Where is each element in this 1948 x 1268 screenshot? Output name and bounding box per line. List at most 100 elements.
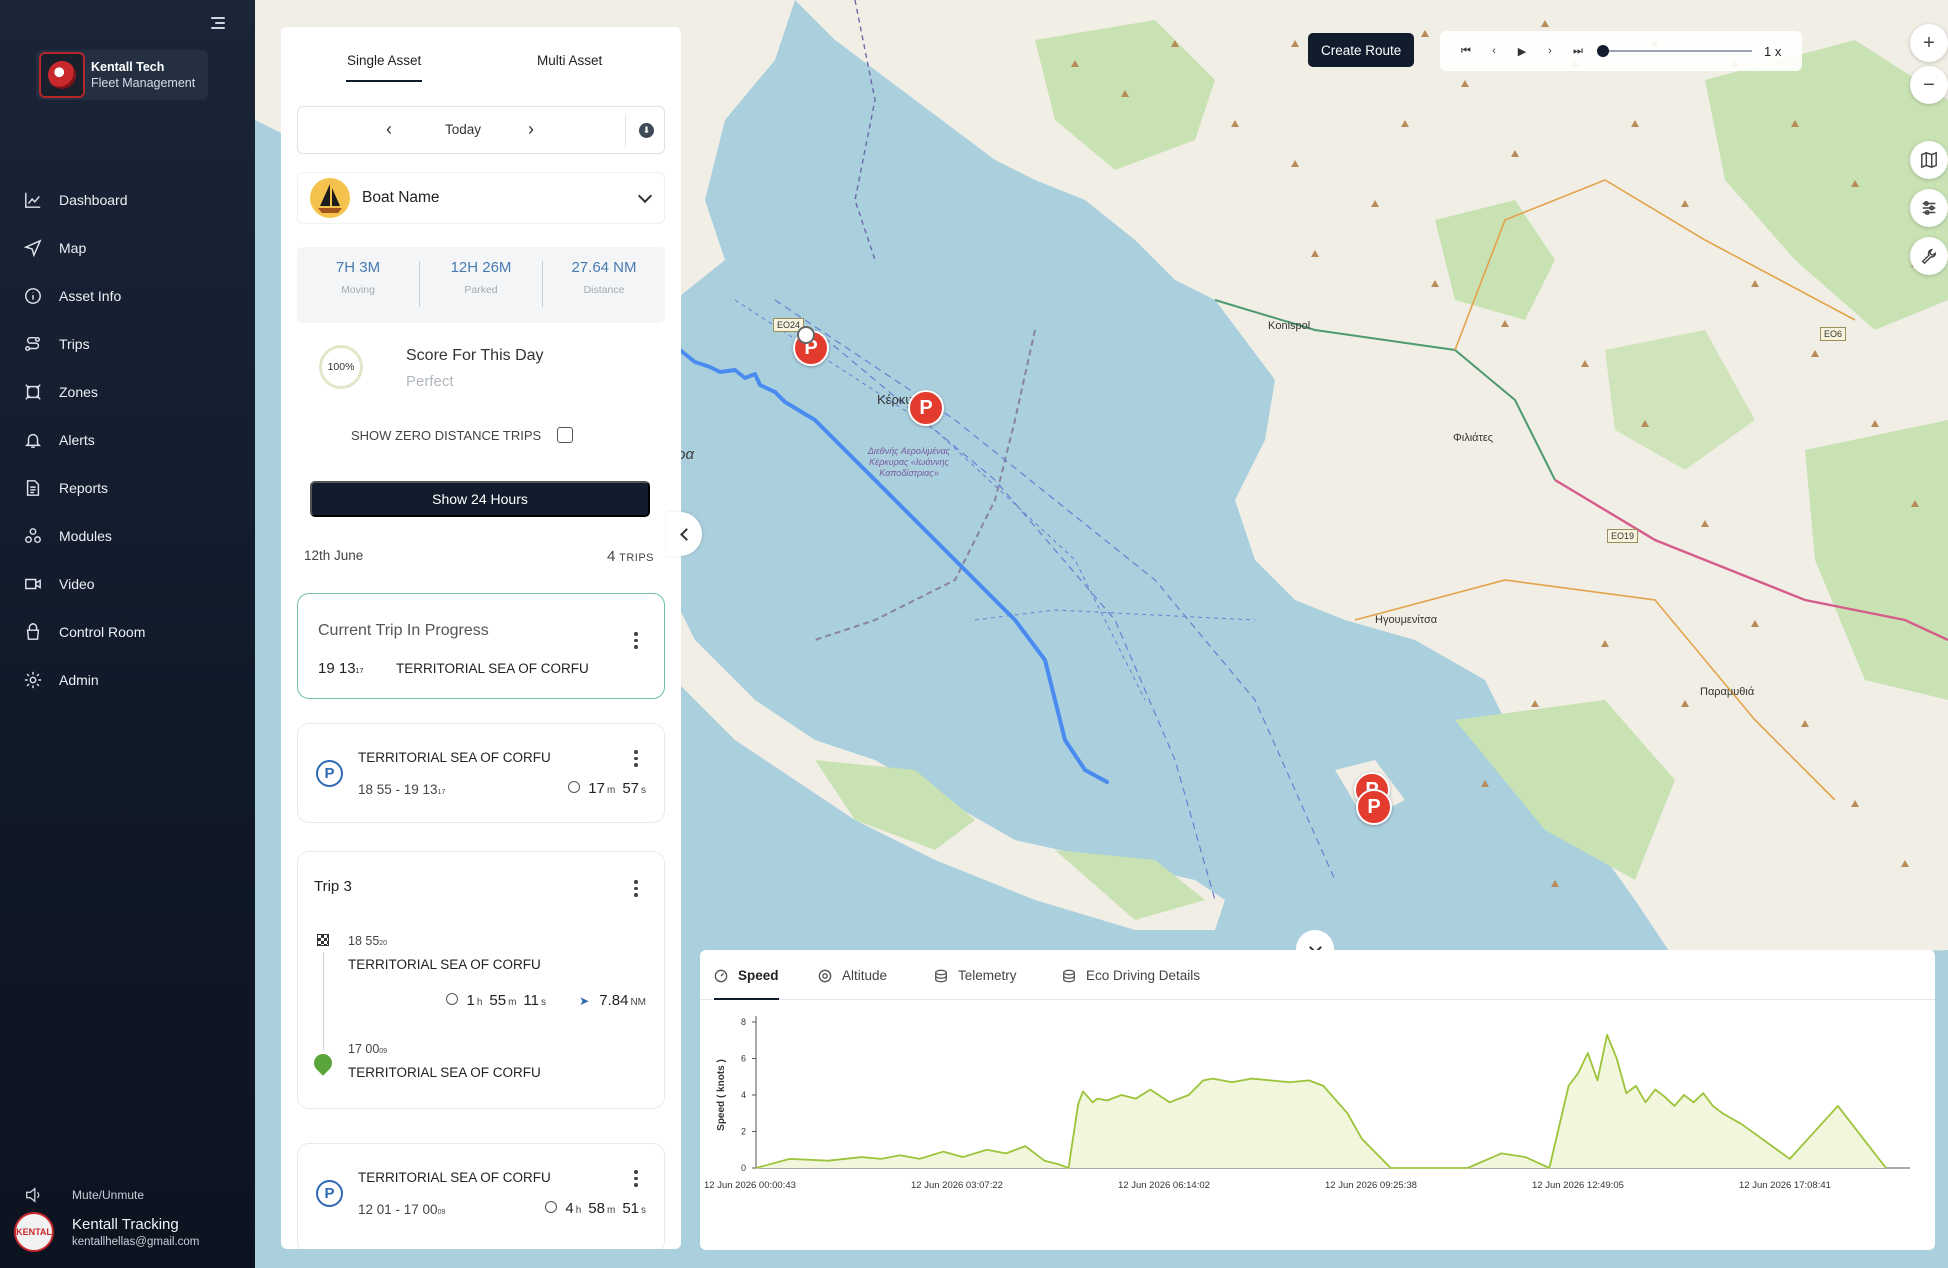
brand-logo[interactable]: Kentall Tech Fleet Management bbox=[36, 50, 208, 100]
y-tick-label: 6 bbox=[741, 1054, 746, 1064]
date-label[interactable]: Today bbox=[298, 122, 628, 137]
sidebar-item-label: Zones bbox=[59, 384, 98, 400]
step-back-icon[interactable]: ‹ bbox=[1480, 39, 1508, 63]
playback-slider[interactable] bbox=[1597, 45, 1752, 57]
trip-start-time: 17 0009 bbox=[348, 1042, 388, 1056]
sidebar-item-reports[interactable]: Reports bbox=[0, 464, 255, 512]
skip-start-icon[interactable]: ⏮ bbox=[1452, 39, 1480, 63]
sidebar-item-asset-info[interactable]: Asset Info bbox=[0, 272, 255, 320]
document-icon bbox=[26, 480, 40, 496]
trips-count: 4 bbox=[606, 548, 616, 565]
parking-card[interactable]: P TERRITORIAL SEA OF CORFU 12 01 - 17 00… bbox=[297, 1143, 665, 1249]
y-tick-label: 0 bbox=[741, 1163, 746, 1173]
trip-duration: 1h 55 m 11 s bbox=[446, 992, 546, 1009]
timer-icon bbox=[545, 1201, 558, 1213]
sidebar-item-admin[interactable]: Admin bbox=[0, 656, 255, 704]
collapse-sidebar-icon[interactable] bbox=[206, 14, 228, 34]
asset-name: Boat Name bbox=[362, 189, 440, 206]
modules-icon bbox=[25, 528, 41, 544]
play-icon[interactable]: ▶ bbox=[1508, 39, 1536, 63]
chevron-down-icon[interactable] bbox=[637, 188, 653, 204]
navigation-icon bbox=[24, 239, 42, 257]
parking-location: TERRITORIAL SEA OF CORFU bbox=[358, 1170, 551, 1185]
parking-pin-4[interactable]: P bbox=[1356, 789, 1392, 825]
speed-chart[interactable]: 0 2 4 6 8 Speed ( knots ) 12 Jun 2026 00:00:43… bbox=[700, 1000, 1935, 1250]
sidebar-nav: Dashboard Map Asset Info Trips Zones Ale… bbox=[0, 176, 255, 704]
step-forward-icon[interactable]: › bbox=[1536, 39, 1564, 63]
sidebar-item-label: Modules bbox=[59, 528, 112, 544]
mute-toggle[interactable]: Mute/Unmute bbox=[24, 1186, 144, 1204]
parking-range: 18 55 - 19 1317 bbox=[358, 782, 446, 797]
tab-telemetry[interactable]: Telemetry bbox=[934, 968, 1017, 983]
date-selector: ‹ Today › ⬇ bbox=[297, 106, 665, 154]
tab-single-asset[interactable]: Single Asset bbox=[345, 53, 423, 82]
road-badge-eo19: ΕΟ19 bbox=[1607, 529, 1639, 543]
brand-name: Kentall Tech bbox=[91, 60, 165, 74]
zoom-out-button[interactable]: − bbox=[1910, 66, 1948, 104]
trip-card[interactable]: Trip 3 18 5520 TERRITORIAL SEA OF CORFU … bbox=[297, 851, 665, 1109]
map-layers-button[interactable] bbox=[1910, 141, 1948, 179]
zero-distance-checkbox[interactable] bbox=[557, 427, 574, 443]
playback-slider-knob[interactable] bbox=[1597, 45, 1609, 57]
map-label-paramythia: Παραμυθιά bbox=[1700, 686, 1755, 698]
stat-label: Moving bbox=[341, 284, 375, 296]
tab-altitude[interactable]: Altitude bbox=[818, 968, 887, 983]
skip-end-icon[interactable]: ⏭ bbox=[1564, 39, 1592, 63]
sidebar-item-modules[interactable]: Modules bbox=[0, 512, 255, 560]
trips-word: TRIPS bbox=[619, 552, 654, 564]
sidebar-item-map[interactable]: Map bbox=[0, 224, 255, 272]
sidebar-item-dashboard[interactable]: Dashboard bbox=[0, 176, 255, 224]
parking-card[interactable]: P TERRITORIAL SEA OF CORFU 18 55 - 19 13… bbox=[297, 723, 665, 823]
show-24-hours-button[interactable]: Show 24 Hours bbox=[310, 481, 650, 517]
sidebar-item-control-room[interactable]: Control Room bbox=[0, 608, 255, 656]
timer-icon bbox=[568, 781, 581, 793]
speed-area bbox=[756, 1034, 1886, 1168]
more-options-icon[interactable] bbox=[634, 1170, 638, 1190]
map-filter-button[interactable] bbox=[1910, 189, 1948, 227]
tab-multi-asset[interactable]: Multi Asset bbox=[537, 53, 602, 68]
info-icon bbox=[25, 288, 41, 304]
sidebar-item-video[interactable]: Video bbox=[0, 560, 255, 608]
stat-label: Distance bbox=[583, 284, 625, 296]
score-sub: Perfect bbox=[406, 373, 454, 390]
more-options-icon[interactable] bbox=[634, 632, 638, 652]
current-trip-location: TERRITORIAL SEA OF CORFU bbox=[396, 661, 589, 676]
download-icon[interactable]: ⬇ bbox=[639, 123, 654, 138]
chevron-left-icon bbox=[679, 527, 693, 541]
x-tick-label: 12 Jun 2026 03:07:22 bbox=[911, 1180, 1003, 1191]
sidebar-item-alerts[interactable]: Alerts bbox=[0, 416, 255, 464]
sidebar-item-label: Control Room bbox=[59, 624, 146, 640]
start-marker[interactable] bbox=[797, 326, 815, 344]
sliders-icon bbox=[1922, 200, 1936, 216]
playback-speed[interactable]: 1 x bbox=[1764, 44, 1781, 59]
user-profile[interactable]: KENTAL Kentall Tracking kentallhellas@gm… bbox=[14, 1212, 199, 1252]
score-ring: 100% bbox=[319, 345, 363, 389]
sailboat-icon bbox=[310, 178, 350, 218]
tab-eco-driving[interactable]: Eco Driving Details bbox=[1062, 968, 1200, 983]
sidebar-item-trips[interactable]: Trips bbox=[0, 320, 255, 368]
playback-controls: ⏮ ‹ ▶ › ⏭ 1 x bbox=[1440, 31, 1802, 71]
route-icon bbox=[25, 336, 41, 352]
user-name: Kentall Tracking bbox=[72, 1216, 179, 1233]
more-options-icon[interactable] bbox=[634, 880, 638, 900]
day-stats: 7H 3M Moving 12H 26M Parked 27.64 NM Dis… bbox=[297, 247, 665, 323]
sidebar-item-zones[interactable]: Zones bbox=[0, 368, 255, 416]
map-label-airport: Διεθνής Αερολιμένας Κέρκυρας «Ιωάννης Κα… bbox=[867, 446, 951, 478]
parking-pin-2[interactable]: P bbox=[908, 390, 944, 426]
zero-distance-toggle[interactable]: SHOW ZERO DISTANCE TRIPS bbox=[351, 427, 574, 443]
trip-title: Trip 3 bbox=[314, 878, 352, 895]
current-trip-card[interactable]: Current Trip In Progress 19 1317 TERRITO… bbox=[297, 593, 665, 699]
wrench-icon bbox=[1921, 248, 1937, 265]
trip-connector bbox=[323, 952, 324, 1050]
sidebar-item-label: Asset Info bbox=[59, 288, 122, 304]
create-route-button[interactable]: Create Route bbox=[1308, 33, 1415, 67]
zoom-in-button[interactable]: + bbox=[1910, 24, 1948, 62]
chart-tabs: Speed Altitude Telemetry Eco Driving Det… bbox=[700, 950, 1935, 1000]
tab-speed[interactable]: Speed bbox=[714, 968, 779, 1000]
avatar: KENTAL bbox=[14, 1212, 54, 1252]
next-day-icon[interactable]: › bbox=[528, 119, 534, 140]
trip-distance: ➤ 7.84 NM bbox=[579, 992, 646, 1009]
map-tools-button[interactable] bbox=[1910, 237, 1948, 275]
more-options-icon[interactable] bbox=[634, 750, 638, 770]
asset-selector[interactable]: Boat Name bbox=[297, 172, 665, 224]
